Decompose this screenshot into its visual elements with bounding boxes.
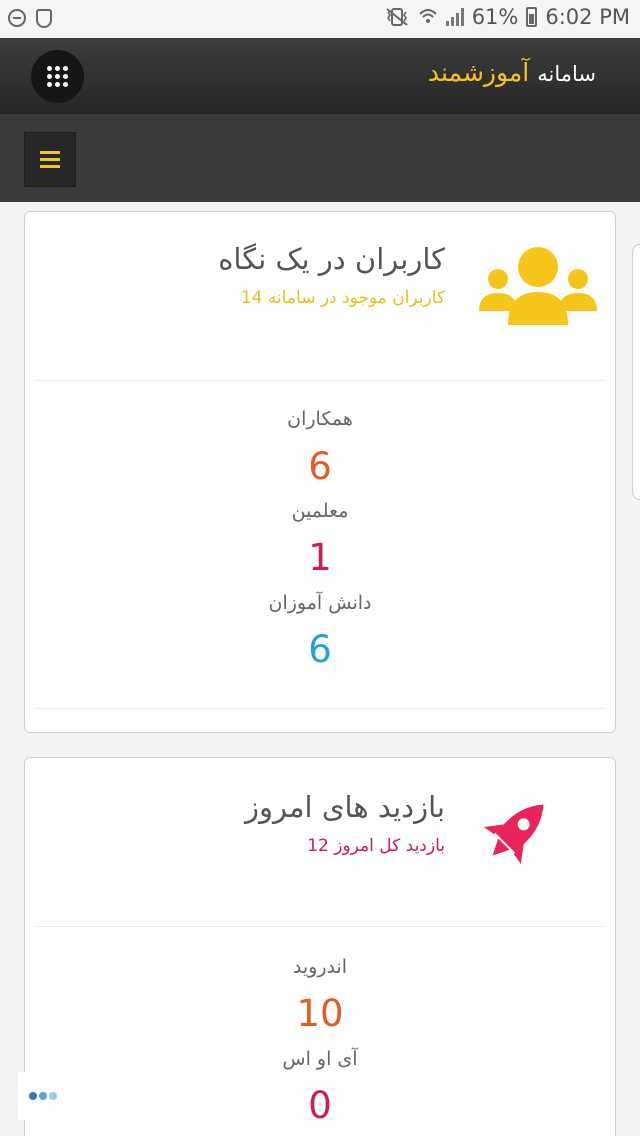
users-group-icon bbox=[479, 247, 597, 325]
hamburger-menu-button[interactable] bbox=[24, 132, 76, 187]
divider bbox=[37, 708, 603, 709]
clock: 6:02 PM bbox=[545, 5, 630, 29]
stat-value-android: 10 bbox=[296, 992, 344, 1035]
vibrate-mute-icon bbox=[386, 8, 408, 26]
divider bbox=[37, 926, 603, 927]
apps-grid-icon bbox=[47, 66, 68, 87]
toolbar bbox=[0, 114, 640, 202]
rocket-icon bbox=[484, 804, 544, 864]
battery-icon bbox=[526, 7, 538, 27]
stat-label-teachers: معلمین bbox=[291, 500, 349, 522]
stat-label-colleagues: همکاران bbox=[287, 408, 353, 430]
app-title-prefix: سامانه bbox=[537, 62, 596, 86]
app-header: سامانه آموزشمند bbox=[0, 38, 640, 114]
card-title: کاربران در یک نگاه bbox=[218, 242, 445, 276]
stat-value-students: 6 bbox=[308, 628, 332, 671]
wifi-icon bbox=[418, 9, 437, 23]
stat-value-ios: 0 bbox=[308, 1084, 332, 1127]
app-title-name: آموزشمند bbox=[427, 58, 530, 87]
battery-percent: 61% bbox=[471, 5, 519, 29]
side-panel-edge bbox=[632, 244, 640, 500]
loading-dots-icon bbox=[29, 1092, 57, 1100]
signal-icon bbox=[445, 8, 464, 26]
shield-icon bbox=[36, 9, 52, 28]
divider bbox=[37, 380, 603, 381]
card-subtitle: بازدید کل امروز 12 bbox=[307, 836, 445, 856]
stat-value-teachers: 1 bbox=[308, 536, 332, 579]
app-title: سامانه آموزشمند bbox=[428, 58, 596, 87]
apps-menu-button[interactable] bbox=[31, 50, 84, 103]
loading-indicator bbox=[18, 1072, 68, 1120]
card-title: بازدید های امروز bbox=[245, 790, 445, 824]
stat-label-android: اندروید bbox=[292, 956, 348, 978]
stat-value-colleagues: 6 bbox=[308, 445, 332, 488]
status-bar: 61% 6:02 PM bbox=[0, 0, 640, 38]
hamburger-menu-icon bbox=[40, 151, 60, 154]
do-not-disturb-icon bbox=[8, 9, 26, 27]
stat-label-students: دانش آموزان bbox=[268, 592, 372, 614]
users-overview-card: کاربران در یک نگاه کاربران موجود در ساما… bbox=[24, 211, 616, 733]
stat-label-ios: آی او اس bbox=[282, 1048, 358, 1070]
card-subtitle: کاربران موجود در سامانه 14 bbox=[240, 288, 445, 308]
today-visits-card: بازدید های امروز بازدید کل امروز 12 اندر… bbox=[24, 757, 616, 1136]
